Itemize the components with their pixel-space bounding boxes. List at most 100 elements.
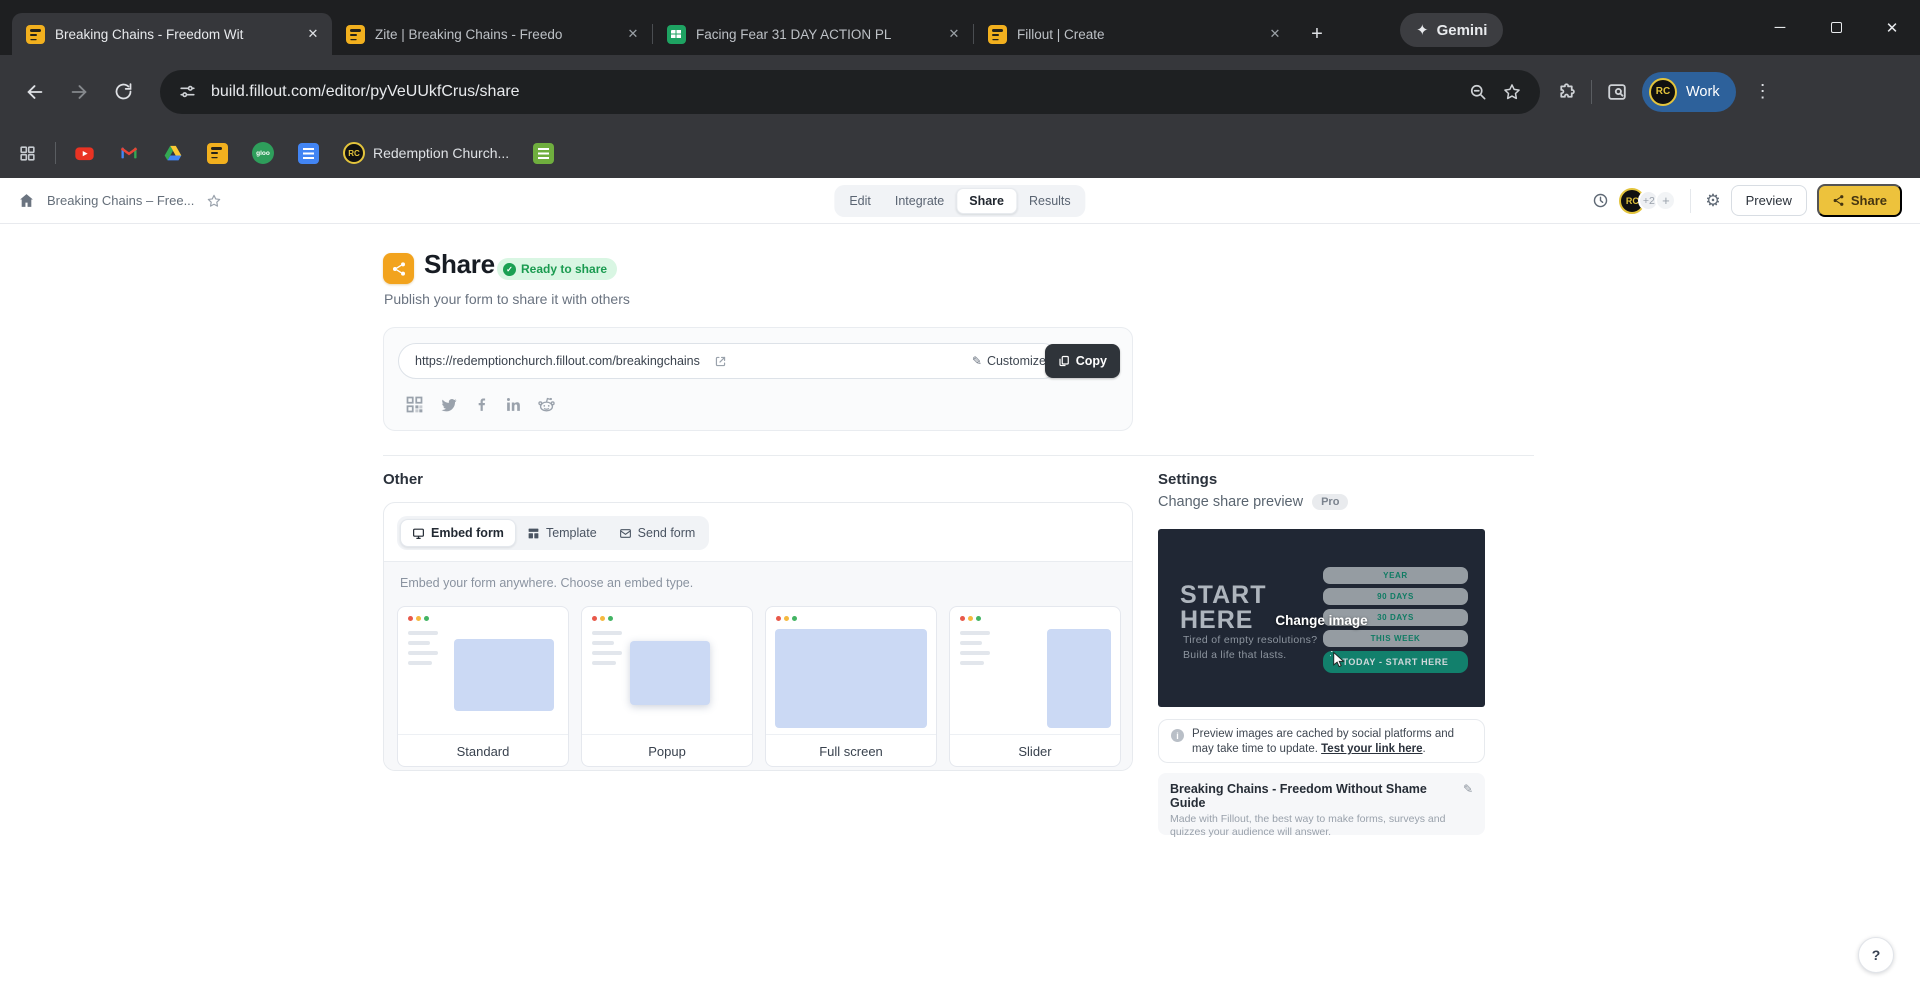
copy-link-button[interactable]: Copy bbox=[1045, 344, 1120, 378]
embed-type-grid: Standard Popup bbox=[397, 606, 1121, 767]
section-divider bbox=[383, 455, 1534, 456]
gloo-bookmark-icon[interactable]: gloo bbox=[252, 142, 274, 164]
maximize-button[interactable] bbox=[1808, 0, 1864, 55]
help-button[interactable]: ? bbox=[1858, 937, 1894, 973]
form-url-value[interactable]: https://redemptionchurch.fillout.com/bre… bbox=[415, 354, 700, 368]
share-preview-image[interactable]: START HERE Tired of empty resolutions? B… bbox=[1158, 529, 1485, 707]
embed-type-standard[interactable]: Standard bbox=[397, 606, 569, 767]
add-collaborator-button[interactable]: + bbox=[1655, 190, 1676, 211]
gemini-button[interactable]: ✦ Gemini bbox=[1400, 13, 1503, 47]
back-button[interactable] bbox=[16, 73, 54, 111]
bookmarks-separator bbox=[55, 142, 56, 164]
reload-button[interactable] bbox=[104, 73, 142, 111]
extensions-icon[interactable] bbox=[1556, 81, 1577, 102]
tab-facing-fear[interactable]: Facing Fear 31 DAY ACTION PL ✕ bbox=[653, 13, 973, 55]
tab-title: Breaking Chains - Freedom Wit bbox=[55, 27, 294, 42]
page-subtitle: Publish your form to share it with other… bbox=[384, 291, 630, 307]
share-channels bbox=[404, 394, 556, 415]
minimize-button[interactable]: ─ bbox=[1752, 0, 1808, 55]
favorite-star-icon[interactable] bbox=[206, 193, 222, 209]
browser-menu-icon[interactable]: ⋮ bbox=[1750, 81, 1776, 102]
tab-zite[interactable]: Zite | Breaking Chains - Freedo ✕ bbox=[332, 13, 652, 55]
og-description: Made with Fillout, the best way to make … bbox=[1170, 813, 1473, 839]
toolbar-separator bbox=[1591, 80, 1592, 104]
twitter-icon[interactable] bbox=[440, 396, 458, 414]
info-icon: i bbox=[1171, 729, 1184, 742]
settings-gear-icon[interactable]: ⚙ bbox=[1705, 191, 1720, 211]
drive-bookmark-icon[interactable] bbox=[163, 143, 183, 163]
zoom-icon[interactable] bbox=[1468, 82, 1488, 102]
tab-embed-form[interactable]: Embed form bbox=[400, 519, 516, 547]
external-link-icon[interactable] bbox=[714, 355, 727, 368]
qr-code-icon[interactable] bbox=[404, 394, 425, 415]
page-title: Share bbox=[424, 249, 495, 280]
preview-button[interactable]: Preview bbox=[1731, 185, 1807, 216]
address-bar[interactable]: build.fillout.com/editor/pyVeUUkfCrus/sh… bbox=[160, 70, 1540, 114]
tab-breaking-chains[interactable]: Breaking Chains - Freedom Wit ✕ bbox=[12, 13, 332, 55]
history-clock-icon[interactable] bbox=[1592, 192, 1609, 209]
home-icon[interactable] bbox=[18, 192, 35, 209]
nav-integrate[interactable]: Integrate bbox=[883, 189, 956, 213]
close-tab-icon[interactable]: ✕ bbox=[1266, 25, 1284, 43]
reddit-icon[interactable] bbox=[537, 395, 556, 414]
fillout-bookmark-icon[interactable] bbox=[207, 143, 228, 164]
new-tab-button[interactable]: + bbox=[1302, 19, 1332, 49]
pro-badge: Pro bbox=[1312, 494, 1348, 510]
nav-results[interactable]: Results bbox=[1017, 189, 1083, 213]
tab-template[interactable]: Template bbox=[516, 520, 608, 546]
customize-button[interactable]: ✎ Customize bbox=[972, 354, 1046, 368]
nav-edit[interactable]: Edit bbox=[837, 189, 883, 213]
nav-share[interactable]: Share bbox=[956, 188, 1017, 214]
change-image-overlay[interactable]: Change image bbox=[1275, 613, 1367, 628]
form-title[interactable]: Breaking Chains – Free... bbox=[47, 193, 194, 208]
tab-send-form[interactable]: Send form bbox=[608, 520, 707, 546]
docs-bookmark-icon[interactable] bbox=[298, 143, 319, 164]
embed-type-slider[interactable]: Slider bbox=[949, 606, 1121, 767]
preview-pill-year: YEAR bbox=[1323, 567, 1468, 584]
preview-note: i Preview images are cached by social pl… bbox=[1158, 719, 1485, 763]
forward-button[interactable] bbox=[60, 73, 98, 111]
header-share-button[interactable]: Share bbox=[1817, 184, 1902, 217]
list-bookmark-icon[interactable] bbox=[533, 143, 554, 164]
facebook-icon[interactable] bbox=[473, 396, 490, 413]
profile-label: Work bbox=[1686, 84, 1720, 100]
bookmark-redemption-church[interactable]: RC Redemption Church... bbox=[343, 142, 509, 164]
bookmarks-bar: gloo RC Redemption Church... bbox=[0, 128, 1920, 178]
edit-pencil-icon[interactable]: ✎ bbox=[1463, 782, 1473, 796]
tab-search-icon[interactable] bbox=[1606, 81, 1628, 103]
close-tab-icon[interactable]: ✕ bbox=[945, 25, 963, 43]
check-icon: ✓ bbox=[503, 263, 516, 276]
window-controls: ─ ✕ bbox=[1752, 0, 1920, 55]
embed-type-label: Full screen bbox=[766, 734, 936, 767]
apps-grid-icon[interactable] bbox=[18, 144, 37, 163]
mock-form-area bbox=[630, 641, 710, 705]
mock-form-area bbox=[454, 639, 554, 711]
form-url-input[interactable]: https://redemptionchurch.fillout.com/bre… bbox=[398, 343, 1061, 379]
change-share-preview[interactable]: Change share preview Pro bbox=[1158, 494, 1348, 510]
site-settings-icon[interactable] bbox=[178, 82, 197, 101]
tab-fillout-create[interactable]: Fillout | Create ✕ bbox=[974, 13, 1294, 55]
mock-form-area bbox=[1047, 629, 1111, 728]
linkedin-icon[interactable] bbox=[505, 396, 522, 413]
actions-separator bbox=[1690, 189, 1691, 213]
envelope-icon bbox=[619, 527, 632, 540]
embed-card: Embed form Template Send form Embed your… bbox=[383, 502, 1133, 771]
profile-button[interactable]: RC Work bbox=[1642, 72, 1736, 112]
settings-heading: Settings bbox=[1158, 471, 1217, 488]
close-tab-icon[interactable]: ✕ bbox=[624, 25, 642, 43]
url-text[interactable]: build.fillout.com/editor/pyVeUUkfCrus/sh… bbox=[211, 83, 1454, 101]
embed-type-label: Slider bbox=[950, 734, 1120, 767]
embed-type-fullscreen[interactable]: Full screen bbox=[765, 606, 937, 767]
test-link[interactable]: Test your link here bbox=[1321, 743, 1422, 755]
close-tab-icon[interactable]: ✕ bbox=[304, 25, 322, 43]
editor-nav: Edit Integrate Share Results bbox=[834, 185, 1085, 217]
gmail-bookmark-icon[interactable] bbox=[119, 143, 139, 163]
close-window-button[interactable]: ✕ bbox=[1864, 0, 1920, 55]
embed-type-popup[interactable]: Popup bbox=[581, 606, 753, 767]
popup-mockup bbox=[582, 607, 752, 734]
bookmark-star-icon[interactable] bbox=[1502, 82, 1522, 102]
maximize-icon bbox=[1831, 22, 1842, 33]
youtube-bookmark-icon[interactable] bbox=[74, 143, 95, 164]
standard-mockup bbox=[398, 607, 568, 734]
browser-toolbar: build.fillout.com/editor/pyVeUUkfCrus/sh… bbox=[0, 55, 1920, 128]
